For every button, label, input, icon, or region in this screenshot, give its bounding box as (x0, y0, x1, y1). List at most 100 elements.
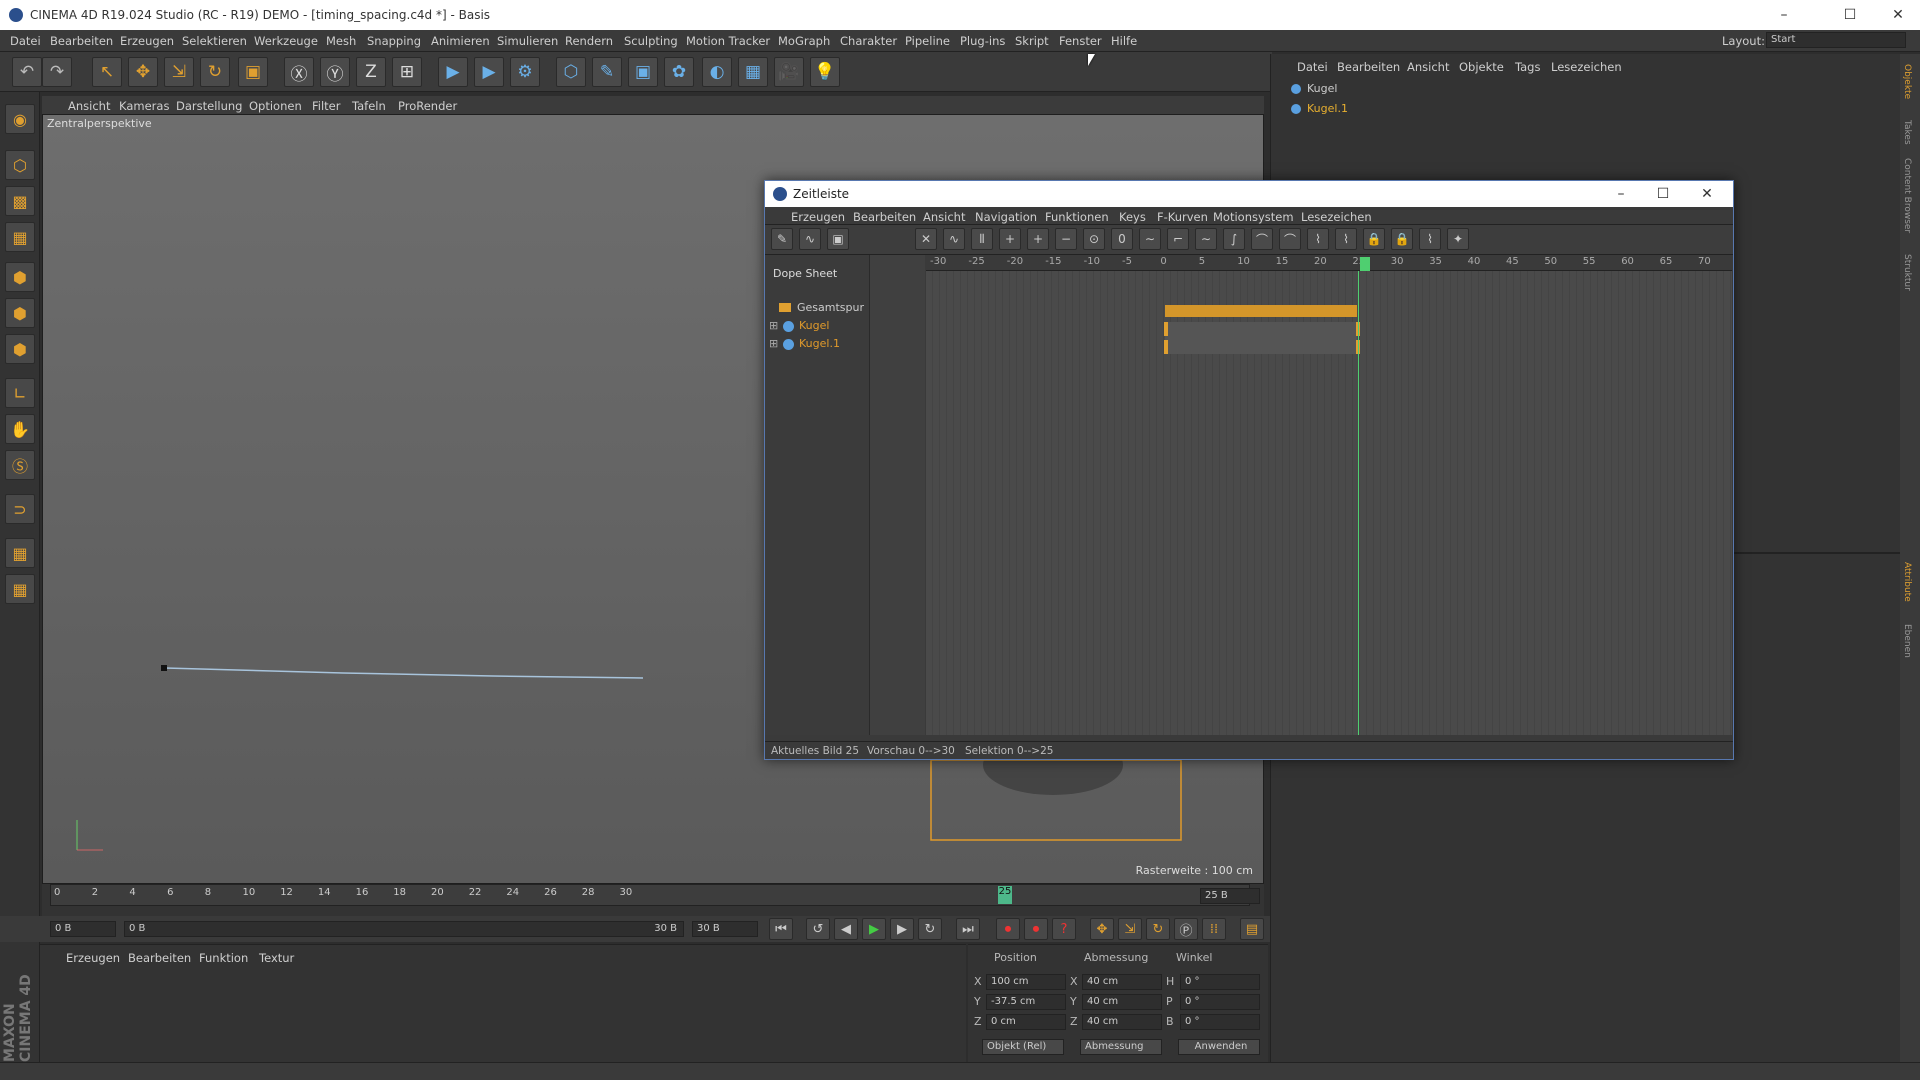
scale-time-icon[interactable]: ⦀ (971, 228, 993, 250)
pen-icon[interactable]: ✎ (592, 57, 622, 87)
cube-icon[interactable]: ⬡ (556, 57, 586, 87)
vp-menu-ansicht[interactable]: Ansicht (68, 99, 110, 113)
move-icon[interactable]: ✥ (128, 57, 158, 87)
key-rotation-button[interactable]: ↻ (1146, 918, 1170, 940)
rot-p-field[interactable]: 0 ° (1180, 994, 1260, 1010)
select-icon[interactable]: ↖ (92, 57, 122, 87)
timeline-window-button[interactable]: ▤ (1240, 918, 1264, 940)
prev-frame-button[interactable]: ◀ (834, 918, 858, 940)
tl-menu-funktionen[interactable]: Funktionen (1045, 210, 1109, 224)
expand-icon[interactable]: ⊞ (769, 319, 778, 335)
record-icon[interactable]: ✦ (1447, 228, 1469, 250)
next-frame-button[interactable]: ▶ (890, 918, 914, 940)
tl-menu-keys[interactable]: Keys (1119, 210, 1146, 224)
frame-all-icon[interactable]: ✕ (915, 228, 937, 250)
fcurve-mode-icon[interactable]: ∿ (799, 228, 821, 250)
coord-mode-dropdown[interactable]: Objekt (Rel) (982, 1039, 1064, 1055)
menu-animieren[interactable]: Animieren (431, 34, 490, 48)
timeline-current-frame-marker[interactable]: 25 (998, 886, 1012, 904)
close-button[interactable]: ✕ (1888, 6, 1908, 24)
vp-menu-optionen[interactable]: Optionen (249, 99, 302, 113)
snap-icon[interactable]: Ⓢ (5, 450, 35, 480)
mat-menu-bearbeiten[interactable]: Bearbeiten (128, 951, 191, 965)
summary-key-range[interactable] (1165, 305, 1357, 317)
insert-key-icon[interactable]: + (1027, 228, 1049, 250)
render-view-icon[interactable]: ▶ (438, 57, 468, 87)
coord-system-icon[interactable]: ⊞ (392, 57, 422, 87)
menu-motion-tracker[interactable]: Motion Tracker (686, 34, 770, 48)
motion-mode-icon[interactable]: ▣ (827, 228, 849, 250)
linear-icon[interactable]: ∼ (1139, 228, 1161, 250)
track-kugel-1[interactable]: Kugel.1 (799, 337, 840, 353)
apply-button[interactable]: Anwenden (1178, 1039, 1260, 1055)
ease-out-icon[interactable]: ⌒ (1279, 228, 1301, 250)
autokey-button[interactable]: ⏺ (1024, 918, 1048, 940)
range-slider[interactable]: 0 B 30 B (124, 921, 684, 937)
next-key-button[interactable]: ↻ (918, 918, 942, 940)
om-menu-datei[interactable]: Datei (1297, 60, 1328, 74)
layout-select[interactable]: Start (1766, 32, 1906, 48)
menu-simulieren[interactable]: Simulieren (497, 34, 558, 48)
tab-content-browser[interactable]: Content Browser (1902, 158, 1912, 233)
tl-menu-lesezeichen[interactable]: Lesezeichen (1301, 210, 1372, 224)
light-icon[interactable]: 💡 (810, 57, 840, 87)
tab-objekte[interactable]: Objekte (1902, 64, 1912, 99)
frame-selected-icon[interactable]: ∿ (943, 228, 965, 250)
menu-snapping[interactable]: Snapping (367, 34, 421, 48)
tl-menu-navigation[interactable]: Navigation (975, 210, 1037, 224)
end-frame-field[interactable]: 30 B (692, 921, 758, 937)
make-editable-icon[interactable]: ◉ (5, 104, 35, 134)
goto-start-button[interactable]: ⏮ (769, 918, 793, 940)
points-mode-icon[interactable]: ⬢ (5, 262, 35, 292)
mat-menu-erzeugen[interactable]: Erzeugen (66, 951, 120, 965)
zero-length-icon[interactable]: 0 (1111, 228, 1133, 250)
tab-takes[interactable]: Takes (1902, 120, 1912, 145)
minimize-button[interactable]: – (1774, 6, 1794, 24)
cloner-icon[interactable]: ✿ (664, 57, 694, 87)
workplane-snap-icon[interactable]: ▦ (5, 574, 35, 604)
y-axis-icon[interactable]: Ⓨ (320, 57, 350, 87)
dope-sheet-ruler[interactable]: -30 -25 -20 -15 -10 -5 0 5 10 15 20 25 30 35 40 45 50 55 6… (926, 255, 1732, 271)
record-keys-button[interactable]: ⏺ (996, 918, 1020, 940)
tl-menu-motionsystem[interactable]: Motionsystem (1213, 210, 1294, 224)
om-menu-lesezeichen[interactable]: Lesezeichen (1551, 60, 1622, 74)
om-menu-ansicht[interactable]: Ansicht (1407, 60, 1449, 74)
camera-icon[interactable]: 🎥 (774, 57, 804, 87)
overshoot-icon[interactable]: ⌇ (1335, 228, 1357, 250)
clamp-icon[interactable]: ⌇ (1307, 228, 1329, 250)
maximize-button[interactable]: ☐ (1840, 6, 1860, 24)
subdivision-icon[interactable]: ▣ (628, 57, 658, 87)
add-key-icon[interactable]: + (999, 228, 1021, 250)
pos-y-field[interactable]: -37.5 cm (986, 994, 1066, 1010)
tl-menu-bearbeiten[interactable]: Bearbeiten (853, 210, 916, 224)
size-z-field[interactable]: 40 cm (1082, 1014, 1162, 1030)
timeline-current-field[interactable]: 25 B (1200, 888, 1260, 904)
last-tool-icon[interactable]: ▣ (238, 57, 268, 87)
expand-icon[interactable]: ⊞ (769, 337, 778, 353)
render-picture-icon[interactable]: ▶ (474, 57, 504, 87)
workplane-lock-icon[interactable]: ▦ (5, 538, 35, 568)
pos-x-field[interactable]: 100 cm (986, 974, 1066, 990)
size-x-field[interactable]: 40 cm (1082, 974, 1162, 990)
size-y-field[interactable]: 40 cm (1082, 994, 1162, 1010)
key-parameter-button[interactable]: Ⓟ (1174, 918, 1198, 940)
vp-menu-darstellung[interactable]: Darstellung (176, 99, 242, 113)
axis-mode-icon[interactable]: ∟ (5, 378, 35, 408)
om-menu-objekte[interactable]: Objekte (1459, 60, 1504, 74)
edges-mode-icon[interactable]: ⬢ (5, 298, 35, 328)
timeline-maximize-button[interactable]: ☐ (1653, 185, 1673, 203)
break-tangent-icon[interactable]: ⌇ (1419, 228, 1441, 250)
lock-value-icon[interactable]: 🔒 (1391, 228, 1413, 250)
rot-b-field[interactable]: 0 ° (1180, 1014, 1260, 1030)
redo-icon[interactable]: ↷ (42, 57, 72, 87)
om-menu-bearbeiten[interactable]: Bearbeiten (1337, 60, 1400, 74)
key-scale-button[interactable]: ⇲ (1118, 918, 1142, 940)
rot-h-field[interactable]: 0 ° (1180, 974, 1260, 990)
step-icon[interactable]: ⌐ (1167, 228, 1189, 250)
keyframe-start-kugel[interactable] (1164, 322, 1168, 336)
menu-plugins[interactable]: Plug-ins (960, 34, 1005, 48)
rotate-icon[interactable]: ↻ (200, 57, 230, 87)
tab-attribute[interactable]: Attribute (1902, 562, 1912, 602)
undo-icon[interactable]: ↶ (12, 57, 42, 87)
start-frame-field[interactable]: 0 B (50, 921, 116, 937)
